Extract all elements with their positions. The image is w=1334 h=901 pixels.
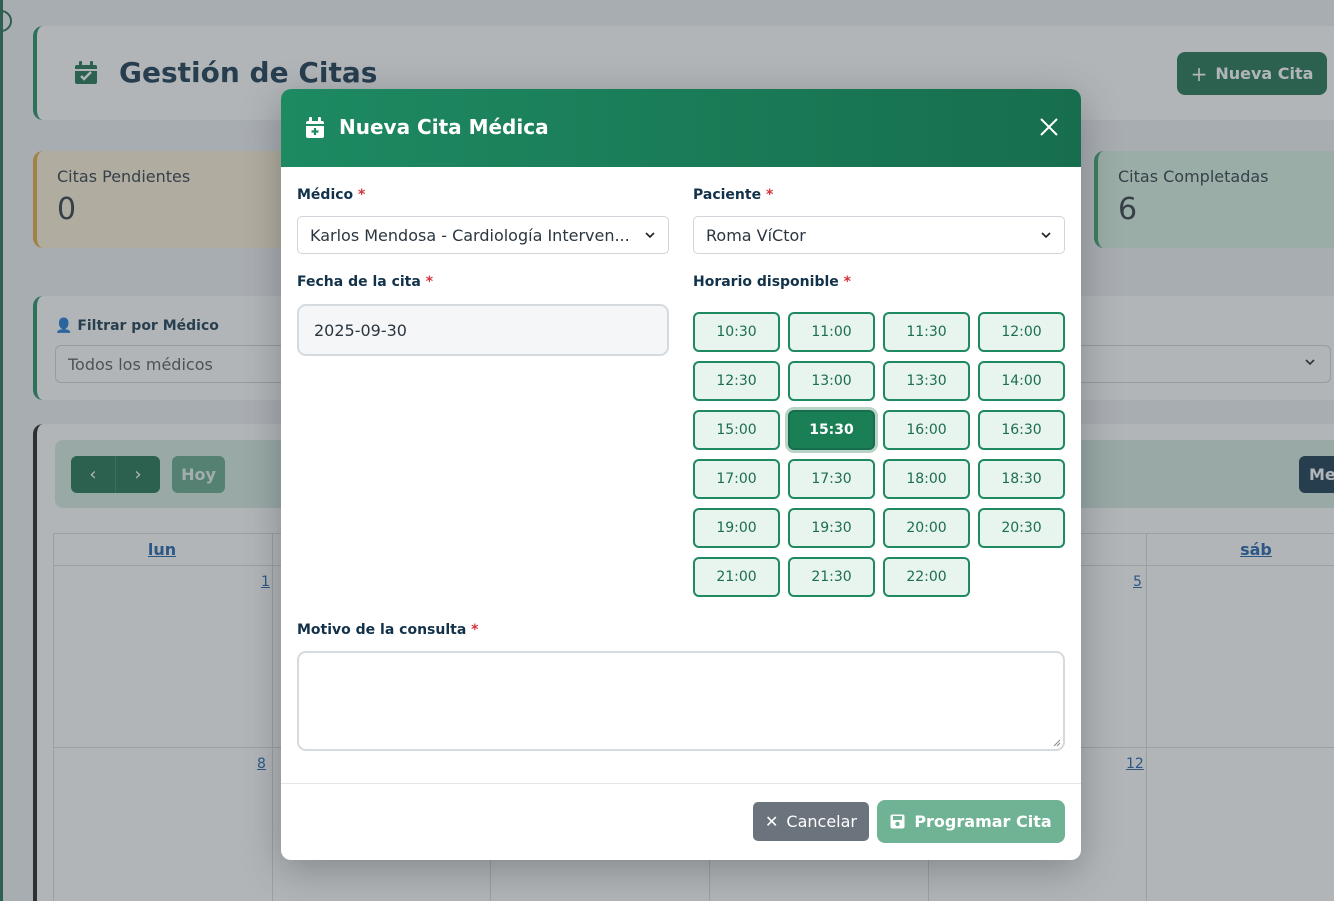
time-slot[interactable]: 18:30 [978,459,1065,499]
time-slot[interactable]: 16:00 [883,410,970,450]
schedule-appointment-button[interactable]: Programar Cita [877,800,1065,843]
save-icon [890,814,905,829]
time-slot[interactable]: 20:30 [978,508,1065,548]
time-slot[interactable]: 21:30 [788,557,875,597]
new-appointment-modal: Nueva Cita Médica Médico * Karlos Mendos… [281,89,1081,860]
required-mark: * [843,274,851,290]
time-slot-selected[interactable]: 15:30 [788,410,875,450]
resize-handle-icon[interactable] [1053,739,1061,747]
time-slot[interactable]: 20:00 [883,508,970,548]
modal-footer-divider [281,783,1081,784]
date-label-text: Fecha de la cita [297,274,421,290]
time-slot[interactable]: 22:00 [883,557,970,597]
calendar-plus-icon [306,117,324,138]
time-slot[interactable]: 17:30 [788,459,875,499]
time-slot[interactable]: 16:30 [978,410,1065,450]
patient-label-text: Paciente [693,187,762,203]
cancel-button[interactable]: ✕ Cancelar [753,802,869,841]
time-slot[interactable]: 10:30 [693,312,780,352]
reason-label: Motivo de la consulta * [297,622,479,638]
time-slot[interactable]: 11:00 [788,312,875,352]
time-slot[interactable]: 21:00 [693,557,780,597]
time-slot[interactable]: 19:00 [693,508,780,548]
time-slot[interactable]: 12:00 [978,312,1065,352]
schedule-appointment-label: Programar Cita [914,812,1052,831]
doctor-label: Médico * [297,187,365,203]
time-slot[interactable]: 15:00 [693,410,780,450]
patient-select-value: Roma VíCtor [706,226,806,245]
time-slots-label-text: Horario disponible [693,274,839,290]
time-slot[interactable]: 11:30 [883,312,970,352]
patient-label: Paciente * [693,187,773,203]
chevron-down-icon [644,229,656,241]
time-slot[interactable]: 14:00 [978,361,1065,401]
modal-title: Nueva Cita Médica [339,115,549,139]
chevron-down-icon [1041,232,1051,239]
doctor-label-text: Médico [297,187,354,203]
patient-select[interactable]: Roma VíCtor [693,216,1065,254]
time-slot[interactable]: 18:00 [883,459,970,499]
required-mark: * [765,187,774,203]
time-slot[interactable]: 12:30 [693,361,780,401]
time-slot[interactable]: 13:30 [883,361,970,401]
reason-label-text: Motivo de la consulta [297,622,467,638]
time-slot[interactable]: 17:00 [693,459,780,499]
required-mark: * [425,274,434,290]
time-slots-label: Horario disponible * [693,274,851,290]
time-slot[interactable]: 19:30 [788,508,875,548]
modal-header: Nueva Cita Médica [281,89,1081,167]
time-slot[interactable]: 13:00 [788,361,875,401]
reason-textarea[interactable] [297,651,1065,751]
close-icon: ✕ [765,812,779,831]
close-icon[interactable] [1039,117,1059,137]
doctor-select-value: Karlos Mendosa - Cardiología Interven... [310,226,630,245]
date-label: Fecha de la cita * [297,274,433,290]
required-mark: * [358,187,366,203]
doctor-select[interactable]: Karlos Mendosa - Cardiología Interven... [297,216,669,254]
cancel-label: Cancelar [786,812,857,831]
date-input[interactable]: 2025-09-30 [297,304,669,356]
required-mark: * [471,622,479,638]
